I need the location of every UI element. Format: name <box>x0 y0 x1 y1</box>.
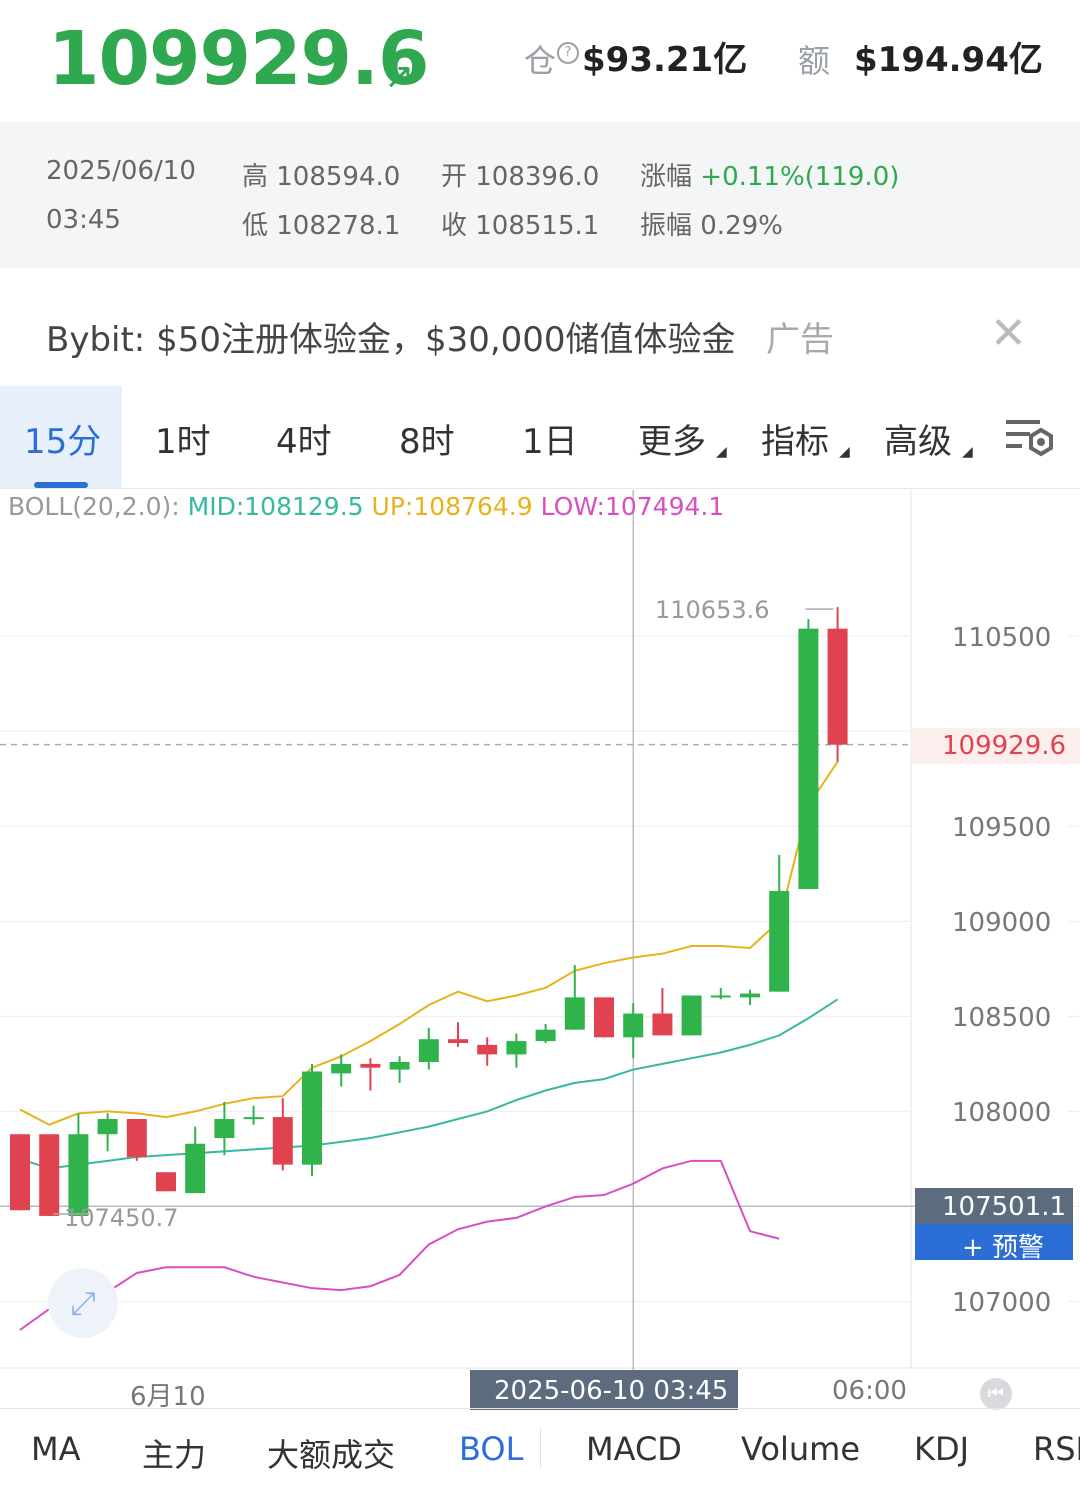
crosshair-time-label: 2025-06-10 03:45 <box>494 1376 729 1406</box>
up-arrow-icon: ↗ <box>384 56 415 97</box>
candle-body <box>623 1013 644 1038</box>
dropdown-triangle-icon: ◢ <box>839 444 850 460</box>
boll-up: UP:108764.9 <box>371 492 533 521</box>
indicator-bar-divider <box>0 1408 1080 1409</box>
candle-body <box>360 1063 381 1068</box>
dropdown-triangle-icon: ◢ <box>716 444 727 460</box>
candle-body <box>97 1119 118 1135</box>
boll-params: BOLL(20,2.0): <box>8 492 180 521</box>
candlestick-chart[interactable] <box>0 490 1080 1410</box>
help-icon[interactable]: ? <box>557 42 579 64</box>
indicator-large-trades[interactable]: 大额成交 <box>267 1430 395 1476</box>
boll-low: LOW:107494.1 <box>540 492 725 521</box>
ad-banner-text[interactable]: Bybit: $50注册体验金，$30,000储值体验金 <box>46 312 736 361</box>
candle-body <box>331 1063 352 1074</box>
candle-body <box>827 628 848 745</box>
y-tick-label: 108500 <box>952 1003 1052 1033</box>
indicator-rsi[interactable]: RSI <box>1033 1430 1080 1468</box>
info-amplitude: 振幅 0.29% <box>640 211 783 241</box>
tab-1h[interactable]: 1时 <box>155 414 211 463</box>
candle-body <box>740 993 760 998</box>
info-change-value: +0.11%(119.0) <box>700 162 900 192</box>
candle-body <box>126 1119 147 1158</box>
dropdown-triangle-icon: ◢ <box>962 444 973 460</box>
price-alert-label[interactable]: + 预警 <box>962 1227 1044 1264</box>
chart-settings-icon[interactable] <box>1004 414 1056 462</box>
y-tick-label: 110500 <box>952 623 1052 653</box>
last-price: 109929.6 <box>48 16 430 102</box>
indicator-volume[interactable]: Volume <box>741 1430 860 1468</box>
candle-body <box>535 1029 556 1042</box>
info-high: 高 108594.0 <box>242 162 401 192</box>
y-tick-label: 107000 <box>952 1288 1052 1318</box>
crosshair-price-label: 107501.1 <box>942 1192 1067 1222</box>
y-tick-label: 109500 <box>952 813 1052 843</box>
candle-body <box>243 1117 264 1120</box>
indicator-main-force[interactable]: 主力 <box>142 1430 206 1476</box>
tabs-divider <box>0 488 1080 489</box>
candle-body <box>185 1143 206 1194</box>
min-price-label: 107450.7 <box>64 1204 179 1232</box>
info-change: 涨幅 +0.11%(119.0) <box>640 156 899 193</box>
open-interest-value: $93.21亿 <box>582 40 748 80</box>
close-icon[interactable]: ✕ <box>990 308 1027 359</box>
info-open: 开 108396.0 <box>441 162 600 192</box>
tab-4h[interactable]: 4时 <box>276 414 332 463</box>
volume-label: 额 <box>798 42 831 80</box>
tab-8h[interactable]: 8时 <box>399 414 455 463</box>
candle-body <box>39 1134 60 1216</box>
candle-body <box>214 1119 235 1139</box>
candle-body <box>506 1041 527 1055</box>
info-time: 03:45 <box>46 205 121 235</box>
candle-body <box>10 1134 30 1211</box>
candle-body <box>769 890 790 992</box>
expand-icon[interactable]: ⤢ <box>48 1268 118 1338</box>
candle-body <box>477 1044 498 1055</box>
tab-advanced[interactable]: 高级 <box>884 414 952 463</box>
candle-body <box>710 995 731 998</box>
info-close: 收 108515.1 <box>441 211 600 241</box>
ad-tag: 广告 <box>766 320 834 360</box>
indicator-bol[interactable]: BOL <box>459 1430 523 1468</box>
candle-body <box>418 1039 439 1062</box>
tab-indicators[interactable]: 指标 <box>761 414 829 463</box>
candle-body <box>564 997 585 1030</box>
boll-upper-line <box>19 761 839 1126</box>
max-price-label: 110653.6 <box>655 596 770 624</box>
y-tick-label: 109000 <box>952 908 1052 938</box>
info-date: 2025/06/10 <box>46 156 196 186</box>
candle-body <box>156 1172 176 1192</box>
candle-body <box>798 628 819 890</box>
candle-body <box>389 1062 410 1070</box>
info-change-label: 涨幅 <box>640 162 693 192</box>
boll-mid: MID:108129.5 <box>187 492 364 521</box>
scroll-to-latest-icon[interactable]: ⏮ <box>980 1378 1012 1410</box>
open-interest-label: 仓 <box>524 42 557 80</box>
boll-legend: BOLL(20,2.0): MID:108129.5 UP:108764.9 L… <box>8 492 724 521</box>
indicator-kdj[interactable]: KDJ <box>914 1430 969 1468</box>
tab-15m[interactable]: 15分 <box>24 414 101 463</box>
indicator-macd[interactable]: MACD <box>586 1430 682 1468</box>
candle-body <box>652 1013 673 1036</box>
y-tick-label: 108000 <box>952 1098 1052 1128</box>
boll-lower-line <box>19 1159 780 1331</box>
volume-value: $194.94亿 <box>854 40 1043 80</box>
tab-1d[interactable]: 1日 <box>522 414 578 463</box>
candle-body <box>448 1039 468 1043</box>
x-tick-label: 06:00 <box>832 1376 907 1406</box>
candle-body <box>272 1117 293 1165</box>
tab-more[interactable]: 更多 <box>638 414 706 463</box>
candle-body <box>594 997 614 1038</box>
indicator-ma[interactable]: MA <box>31 1430 81 1468</box>
indicator-separator <box>540 1428 541 1468</box>
info-low: 低 108278.1 <box>242 211 401 241</box>
current-price-label: 109929.6 <box>942 731 1067 761</box>
candle-body <box>681 995 702 1036</box>
candle-body <box>302 1071 322 1165</box>
candle-info-panel <box>0 122 1080 268</box>
